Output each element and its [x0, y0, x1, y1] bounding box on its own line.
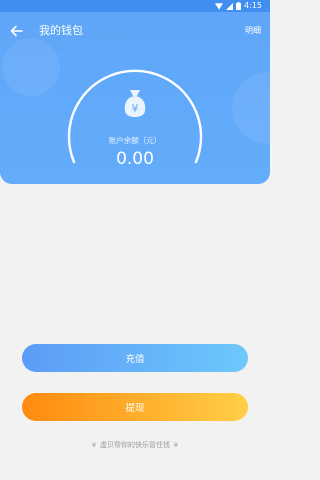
decor-bubble	[2, 38, 60, 96]
page-title: 我的钱包	[39, 24, 83, 37]
signal-icon	[226, 2, 234, 10]
money-bag-icon: ¥	[124, 90, 146, 117]
status-bar: 4:15	[0, 0, 270, 12]
paw-icon: ❦	[173, 441, 179, 449]
status-time: 4:15	[244, 1, 262, 10]
back-arrow-icon[interactable]	[8, 22, 26, 40]
footer-slogan-row: ❦ 虚贝帮你的快乐管住钱 ❦	[0, 440, 270, 450]
withdraw-button[interactable]: 提现	[22, 393, 248, 421]
battery-icon	[236, 2, 242, 10]
balance-label: 账户余额（元）	[108, 136, 162, 145]
recharge-button[interactable]: 充值	[22, 344, 248, 372]
paw-icon: ❦	[91, 441, 97, 449]
decor-bubble	[232, 72, 270, 144]
wifi-icon	[215, 2, 224, 10]
details-link[interactable]: 明细	[245, 24, 261, 38]
balance-value: 0.00	[116, 149, 154, 169]
footer-slogan: 虚贝帮你的快乐管住钱	[100, 441, 170, 449]
svg-text:¥: ¥	[132, 102, 139, 115]
status-icons: 4:15	[215, 1, 262, 11]
